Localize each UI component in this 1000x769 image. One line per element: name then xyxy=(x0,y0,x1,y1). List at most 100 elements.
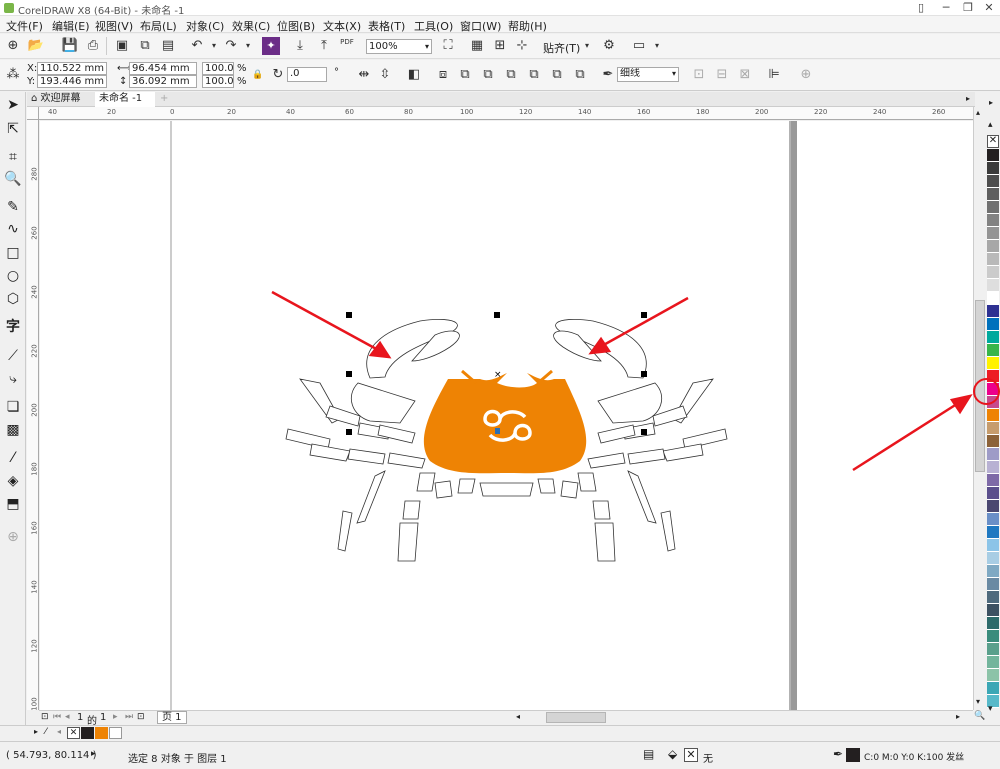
undo-icon[interactable]: ↶ xyxy=(188,37,206,55)
undo-dropdown-icon[interactable]: ▾ xyxy=(205,37,223,55)
palette-down-arrow-icon[interactable]: ▾ xyxy=(988,704,993,714)
paste-icon[interactable]: ▤ xyxy=(159,37,177,55)
menu-object[interactable]: 对象(C) xyxy=(186,18,224,34)
quick-customize-icon[interactable]: ⊕ xyxy=(797,66,815,84)
crop-tool-icon[interactable]: ⌗ xyxy=(4,148,22,166)
full-screen-icon[interactable]: ⛶ xyxy=(439,37,457,55)
palette-swatch[interactable] xyxy=(987,617,999,630)
simplify-icon[interactable]: ⧉ xyxy=(525,66,543,84)
palette-swatch[interactable] xyxy=(987,201,999,214)
scale-height-input[interactable]: 100.0 xyxy=(202,75,234,88)
text-tool-icon[interactable]: 字 xyxy=(4,318,22,336)
menu-help[interactable]: 帮助(H) xyxy=(508,18,547,34)
palette-scroll-up-icon[interactable]: ▸ xyxy=(989,98,993,107)
tabs-scroll-icon[interactable]: ▸ xyxy=(962,92,974,107)
back-minus-front-icon[interactable]: ⧉ xyxy=(571,66,589,84)
zoom-tool-icon[interactable]: 🔍 xyxy=(4,170,22,188)
palette-swatch[interactable] xyxy=(987,604,999,617)
palette-swatch[interactable] xyxy=(987,214,999,227)
new-tab-icon[interactable]: + xyxy=(156,92,172,107)
cut-icon[interactable]: ▣ xyxy=(113,37,131,55)
eyedropper-icon[interactable]: ⁄ xyxy=(45,727,47,737)
ellipse-tool-icon[interactable]: ○ xyxy=(4,267,22,285)
menu-tools[interactable]: 工具(O) xyxy=(414,18,453,34)
save-icon[interactable]: 💾 xyxy=(61,37,79,55)
weld-icon[interactable]: ⧉ xyxy=(456,66,474,84)
next-page-icon[interactable]: ▸ xyxy=(113,712,118,722)
menu-edit[interactable]: 编辑(E) xyxy=(52,18,90,34)
palette-swatch[interactable] xyxy=(987,500,999,513)
palette-swatch[interactable] xyxy=(987,448,999,461)
add-tool-icon[interactable]: ⊕ xyxy=(4,528,22,546)
snap-dropdown-icon[interactable]: ▾ xyxy=(578,37,596,55)
menu-layout[interactable]: 布局(L) xyxy=(140,18,177,34)
polygon-tool-icon[interactable]: ⬡ xyxy=(4,290,22,308)
page-tab[interactable]: 页 1 xyxy=(157,711,187,724)
restore-button[interactable]: ❐ xyxy=(957,0,979,16)
width-input[interactable]: 96.454 mm xyxy=(129,62,197,75)
transparency-tool-icon[interactable]: ▩ xyxy=(4,421,22,439)
rotation-angle-input[interactable]: .0 xyxy=(287,67,327,82)
tab-document[interactable]: 未命名 -1 xyxy=(95,92,155,107)
no-color-swatch[interactable]: ✕ xyxy=(987,135,999,148)
previous-page-icon[interactable]: ◂ xyxy=(65,712,70,722)
navigator-zoom-icon[interactable]: 🔍 xyxy=(974,711,985,721)
minimize-button[interactable]: ─ xyxy=(935,0,957,16)
palette-swatch[interactable] xyxy=(987,578,999,591)
menu-view[interactable]: 视图(V) xyxy=(95,18,133,34)
palette-swatch[interactable] xyxy=(987,461,999,474)
fill-none-swatch[interactable]: ✕ xyxy=(684,748,698,762)
align-distribute-icon[interactable]: ⊫ xyxy=(765,66,783,84)
palette-swatch[interactable] xyxy=(987,435,999,448)
menu-window[interactable]: 窗口(W) xyxy=(460,18,501,34)
rectangle-tool-icon[interactable]: □ xyxy=(4,244,22,262)
palette-swatch[interactable] xyxy=(987,526,999,539)
palette-swatch[interactable] xyxy=(987,279,999,292)
color-proof-icon[interactable]: ▤ xyxy=(643,747,654,761)
trim-icon[interactable]: ⧉ xyxy=(479,66,497,84)
palette-up-arrow-icon[interactable]: ▴ xyxy=(988,120,993,130)
ungroup-all-icon[interactable]: ⊠ xyxy=(736,66,754,84)
tab-welcome[interactable]: ⌂ 欢迎屏幕 xyxy=(27,92,95,107)
freehand-tool-icon[interactable]: ✎ xyxy=(4,198,22,216)
combine-icon[interactable]: ⧈ xyxy=(434,66,452,84)
intersect-icon[interactable]: ⧉ xyxy=(502,66,520,84)
doc-palette-left-icon[interactable]: ◂ xyxy=(57,727,61,736)
redo-icon[interactable]: ↷ xyxy=(222,37,240,55)
scroll-right-icon[interactable]: ▸ xyxy=(956,712,960,721)
height-input[interactable]: 36.092 mm xyxy=(129,75,197,88)
copy-icon[interactable]: ⧉ xyxy=(136,37,154,55)
scroll-down-icon[interactable]: ▾ xyxy=(976,697,980,706)
palette-swatch[interactable] xyxy=(987,318,999,331)
menu-effects[interactable]: 效果(C) xyxy=(232,18,270,34)
print-icon[interactable]: ⎙ xyxy=(84,37,102,55)
outline-color-swatch[interactable] xyxy=(846,748,860,762)
menu-table[interactable]: 表格(T) xyxy=(368,18,405,34)
launcher-dropdown-icon[interactable]: ▾ xyxy=(648,37,666,55)
palette-swatch[interactable] xyxy=(987,656,999,669)
palette-swatch[interactable] xyxy=(987,409,999,422)
open-icon[interactable]: 📂 xyxy=(27,37,45,55)
group-icon[interactable]: ◧ xyxy=(405,66,423,84)
ungroup-icon[interactable]: ⊟ xyxy=(713,66,731,84)
palette-swatch[interactable] xyxy=(987,175,999,188)
palette-swatch[interactable] xyxy=(987,188,999,201)
pick-tool-icon[interactable]: ➤ xyxy=(4,96,22,114)
mirror-horizontal-icon[interactable]: ⇹ xyxy=(355,66,373,84)
palette-swatch[interactable] xyxy=(987,552,999,565)
publish-pdf-icon[interactable]: PDF xyxy=(338,38,356,56)
application-launcher-icon[interactable]: ▭ xyxy=(630,37,648,55)
palette-swatch[interactable] xyxy=(987,669,999,682)
redo-dropdown-icon[interactable]: ▾ xyxy=(239,37,257,55)
drop-shadow-icon[interactable]: ❏ xyxy=(4,398,22,416)
add-page-after-icon[interactable]: ⊡ xyxy=(137,712,145,722)
first-page-icon[interactable]: ⏮ xyxy=(53,712,61,722)
close-button[interactable]: ✕ xyxy=(978,0,1000,16)
x-position-input[interactable]: 110.522 mm xyxy=(37,62,107,75)
shape-tool-icon[interactable]: ⇱ xyxy=(4,120,22,138)
palette-swatch[interactable] xyxy=(987,266,999,279)
doc-black-swatch[interactable] xyxy=(81,727,94,739)
status-expand-icon[interactable]: ▸ xyxy=(91,749,96,759)
export-icon[interactable]: ⤒ xyxy=(315,37,333,55)
palette-swatch[interactable] xyxy=(987,565,999,578)
